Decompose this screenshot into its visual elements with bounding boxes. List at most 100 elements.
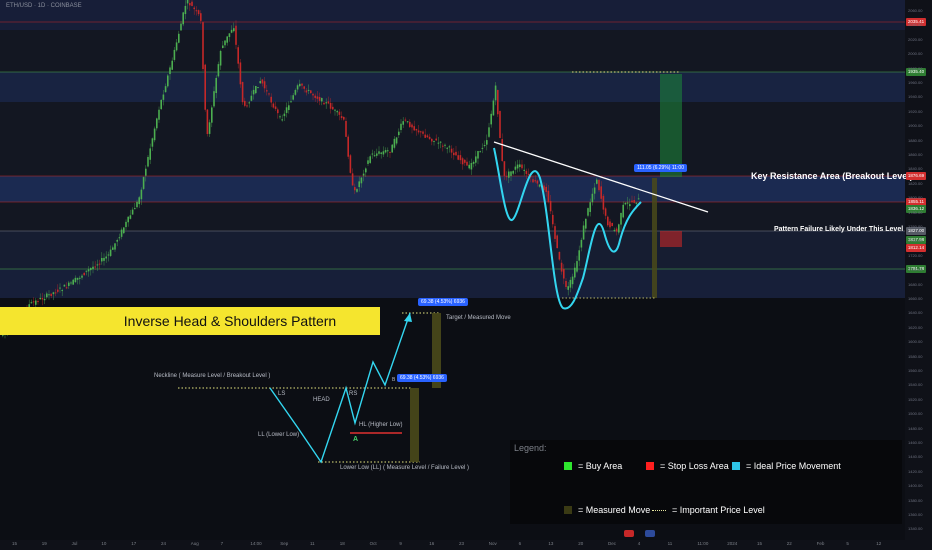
- point-b-label: B: [392, 377, 396, 383]
- time-tick-label: 18: [339, 541, 345, 546]
- candle: [534, 180, 536, 182]
- time-tick-label: 15: [757, 541, 763, 546]
- candle: [202, 22, 204, 70]
- price-tick-label: 1800.00: [908, 195, 923, 201]
- time-tick-label: Feb: [816, 541, 825, 546]
- candle: [492, 100, 495, 116]
- candle: [114, 243, 116, 250]
- candle: [466, 161, 468, 166]
- price-tick-label: 1920.00: [908, 108, 923, 114]
- candle: [136, 201, 138, 208]
- time-tick-label: 7: [220, 541, 224, 546]
- candle: [340, 116, 343, 119]
- candle: [611, 222, 613, 227]
- candle: [257, 87, 259, 89]
- candle: [373, 155, 376, 157]
- candle: [184, 5, 187, 15]
- price-tick-label: 1520.00: [908, 396, 923, 402]
- candle: [50, 293, 52, 296]
- price-axis[interactable]: 2060.00 2040.00 2020.00 2000.00 1980.00 1960.…: [905, 0, 932, 540]
- candle: [391, 144, 393, 153]
- candle: [600, 186, 602, 199]
- candle: [521, 164, 523, 169]
- candle: [395, 137, 398, 144]
- candle: [351, 173, 354, 186]
- hl-label: HL (Higher Low): [359, 422, 403, 428]
- candle: [268, 93, 270, 95]
- candle: [556, 235, 558, 249]
- legend-stop-label: = Stop Loss Area: [660, 461, 729, 471]
- time-tick-label: 12: [876, 541, 882, 546]
- candle: [158, 109, 160, 120]
- rs-label: RS: [349, 391, 358, 397]
- candle: [217, 64, 220, 77]
- candle: [178, 33, 180, 43]
- candle: [310, 90, 312, 94]
- candle: [477, 151, 479, 159]
- time-tick-label: Oct: [369, 541, 377, 546]
- candle: [94, 266, 96, 268]
- candle: [46, 293, 48, 298]
- candle: [461, 158, 464, 165]
- price-tick-label: 1880.00: [908, 137, 923, 143]
- candle: [151, 138, 154, 147]
- candle: [516, 164, 519, 169]
- time-tick-label: Dec: [608, 541, 617, 546]
- price-tick-label: 1840.00: [908, 166, 923, 172]
- candle: [362, 173, 365, 176]
- pattern-failure-label: Pattern Failure Likely Under This Level: [774, 226, 904, 233]
- candle: [147, 156, 149, 167]
- candle: [125, 221, 127, 228]
- candle: [160, 99, 162, 110]
- candle: [118, 237, 121, 239]
- candle: [512, 170, 514, 174]
- candle: [98, 263, 101, 265]
- time-tick-label: 2024: [727, 541, 738, 546]
- candle: [173, 49, 176, 60]
- candle: [620, 212, 622, 225]
- candle: [367, 160, 369, 164]
- candle: [54, 292, 57, 294]
- candle: [633, 200, 635, 203]
- price-tick-label: 1700.00: [908, 267, 923, 273]
- candle: [65, 287, 68, 289]
- candle: [103, 257, 105, 261]
- legend-measured-move: = Measured Move: [564, 505, 650, 515]
- time-axis[interactable]: 15 19 Jul 10 17 24 Aug 7 14:00 Sep 11 18 Oct 9 16 23 Nov…: [0, 540, 905, 550]
- candle: [578, 250, 580, 261]
- candle: [153, 128, 156, 141]
- time-tick-label: 23: [459, 541, 465, 546]
- candle: [233, 28, 235, 32]
- candle: [420, 131, 422, 133]
- candle: [134, 208, 136, 210]
- time-tick-label: Aug: [190, 541, 199, 546]
- candle: [415, 129, 418, 131]
- candle: [327, 101, 330, 104]
- candle: [481, 147, 484, 149]
- head-label: HEAD: [313, 397, 330, 403]
- candle: [189, 3, 191, 6]
- buy-area: [660, 74, 682, 177]
- candle: [52, 292, 55, 295]
- price-tick-label: 1340.00: [908, 526, 923, 532]
- candle: [448, 146, 451, 148]
- pattern-title: Inverse Head & Shoulders Pattern: [123, 313, 337, 329]
- candle: [490, 113, 492, 125]
- target-label: Target / Measured Move: [446, 315, 511, 321]
- candle: [514, 166, 517, 170]
- candle: [123, 227, 125, 234]
- legend-ideal-movement: = Ideal Price Movement: [732, 461, 841, 471]
- candle: [239, 62, 242, 85]
- candle: [565, 280, 567, 287]
- candle: [101, 257, 103, 262]
- candle: [288, 105, 290, 111]
- candle: [569, 279, 572, 288]
- candle: [138, 197, 140, 205]
- measured-move-bar: [652, 178, 657, 298]
- time-tick-label: 24: [161, 541, 167, 546]
- candle: [215, 77, 217, 94]
- candle: [345, 120, 347, 137]
- candle: [63, 284, 66, 287]
- price-tick-label: 1740.00: [908, 238, 923, 244]
- candle: [479, 151, 481, 153]
